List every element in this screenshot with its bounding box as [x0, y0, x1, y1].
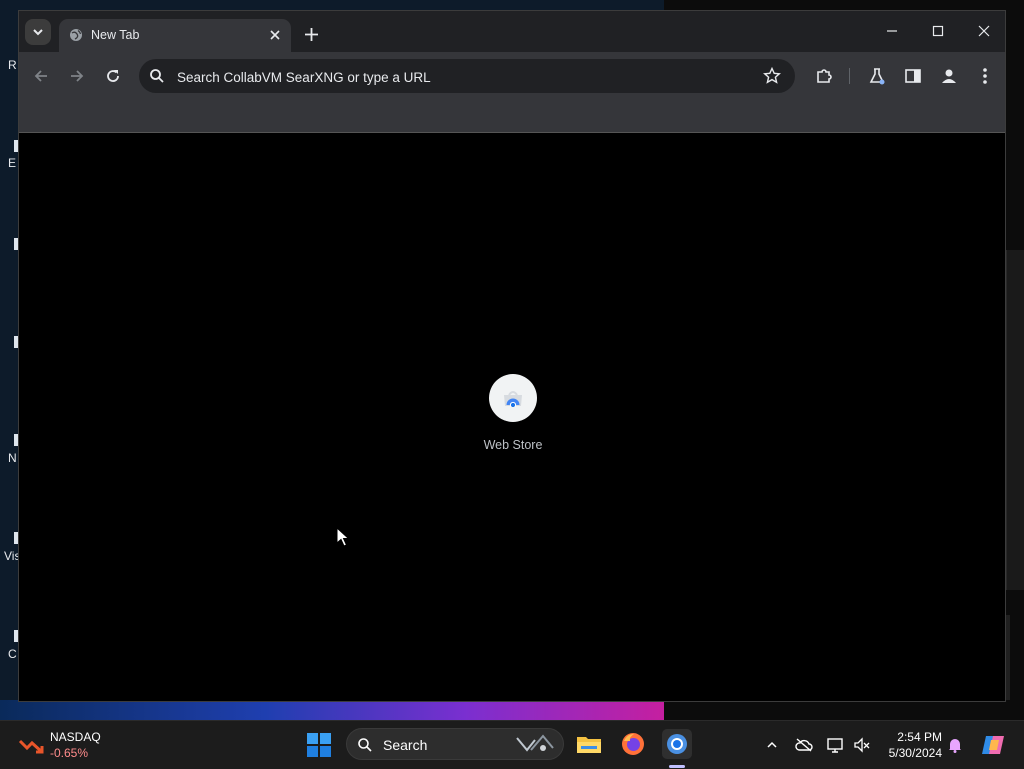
side-panel-icon — [905, 69, 921, 83]
wallpaper-band — [0, 700, 664, 720]
copilot-icon — [982, 736, 1004, 754]
arrow-left-icon — [34, 70, 47, 82]
browser-window: New Tab Search CollabVM SearXNG or type … — [18, 10, 1006, 702]
mouse-cursor-icon — [336, 527, 350, 547]
stock-widget[interactable]: NASDAQ -0.65% — [18, 729, 118, 761]
desktop-icon[interactable] — [0, 336, 18, 350]
person-icon — [942, 69, 956, 83]
chevron-down-icon — [33, 29, 43, 36]
puzzle-icon — [817, 69, 832, 83]
chrome-icon — [667, 734, 687, 754]
desktop-icon[interactable] — [0, 140, 18, 154]
reload-button[interactable] — [101, 64, 125, 88]
minimize-icon — [887, 30, 897, 32]
browser-toolbar — [19, 52, 1005, 100]
cloud-offline-icon — [795, 738, 813, 752]
labs-button[interactable] — [865, 64, 889, 88]
background-window-edge — [1006, 250, 1024, 590]
desktop-icon[interactable] — [0, 630, 18, 644]
tab-close-button[interactable] — [267, 27, 283, 43]
close-icon — [978, 25, 990, 37]
arrow-right-icon — [71, 70, 84, 82]
chrome-button[interactable] — [662, 729, 692, 759]
address-bar[interactable] — [139, 59, 795, 93]
address-input[interactable] — [175, 65, 739, 89]
extensions-button[interactable] — [812, 64, 836, 88]
desktop-icon[interactable] — [0, 532, 18, 546]
page-content: Web Store — [19, 133, 1005, 701]
clock-date: 5/30/2024 — [888, 746, 942, 760]
menu-button[interactable] — [973, 64, 997, 88]
bookmarks-bar — [19, 100, 1005, 133]
forward-button[interactable] — [65, 64, 89, 88]
close-window-button[interactable] — [964, 19, 1004, 43]
firefox-button[interactable] — [618, 729, 648, 759]
shortcut-label: Web Store — [483, 438, 543, 452]
onedrive-button[interactable] — [795, 736, 813, 754]
maximize-icon — [932, 25, 944, 37]
desktop-label[interactable]: N — [8, 451, 17, 465]
new-tab-button[interactable] — [301, 24, 321, 44]
system-clock[interactable]: 2:54 PM 5/30/2024 — [872, 729, 942, 761]
plus-icon — [304, 27, 318, 41]
tab-strip: New Tab — [19, 11, 1005, 52]
shortcut-icon-circle — [489, 374, 537, 422]
taskbar: NASDAQ -0.65% Search 2:54 PM 5/30/2024 — [0, 720, 1024, 769]
tab-search-button[interactable] — [25, 19, 51, 45]
bell-icon — [949, 739, 961, 753]
tab-title: New Tab — [91, 28, 140, 42]
stock-chart-icon — [18, 739, 44, 754]
volume-button[interactable] — [853, 736, 871, 754]
chevron-up-icon — [767, 741, 777, 748]
back-button[interactable] — [29, 64, 53, 88]
reload-icon — [107, 70, 119, 82]
stock-change: -0.65% — [50, 746, 89, 760]
start-button[interactable] — [306, 732, 332, 758]
search-icon — [358, 738, 372, 752]
firefox-icon — [622, 733, 644, 755]
network-icon — [827, 738, 843, 753]
search-icon — [150, 69, 164, 83]
desktop-icon[interactable] — [0, 434, 18, 448]
desktop-label[interactable]: R — [8, 58, 17, 72]
show-hidden-icons-button[interactable] — [763, 736, 781, 754]
windows-logo-icon — [307, 733, 331, 757]
copilot-button[interactable] — [980, 736, 1006, 754]
kebab-menu-icon — [983, 68, 987, 84]
desktop-label[interactable]: C — [8, 647, 17, 661]
desktop-label[interactable]: E — [8, 156, 16, 170]
stock-name: NASDAQ — [50, 730, 101, 744]
close-icon — [270, 30, 280, 40]
minimize-button[interactable] — [872, 19, 912, 43]
file-explorer-button[interactable] — [574, 729, 604, 759]
clock-time: 2:54 PM — [897, 730, 942, 744]
notifications-button[interactable] — [946, 736, 964, 754]
side-panel-button[interactable] — [901, 64, 925, 88]
folder-icon — [577, 737, 601, 753]
search-highlight-icon — [516, 734, 554, 752]
bookmark-star-icon[interactable] — [763, 67, 781, 85]
shortcut-web-store[interactable]: Web Store — [475, 374, 551, 452]
speaker-muted-icon — [854, 737, 870, 753]
taskbar-search[interactable]: Search — [346, 728, 564, 760]
network-button[interactable] — [827, 736, 845, 754]
desktop-icon[interactable] — [0, 238, 18, 252]
profile-button[interactable] — [937, 64, 961, 88]
maximize-button[interactable] — [918, 19, 958, 43]
tab-new-tab[interactable]: New Tab — [59, 19, 291, 52]
chrome-web-store-icon — [504, 391, 522, 407]
background-window-edge — [1006, 615, 1010, 700]
taskbar-search-label: Search — [383, 737, 428, 753]
globe-icon — [70, 29, 82, 41]
toolbar-divider — [849, 68, 850, 84]
flask-icon — [869, 68, 885, 85]
